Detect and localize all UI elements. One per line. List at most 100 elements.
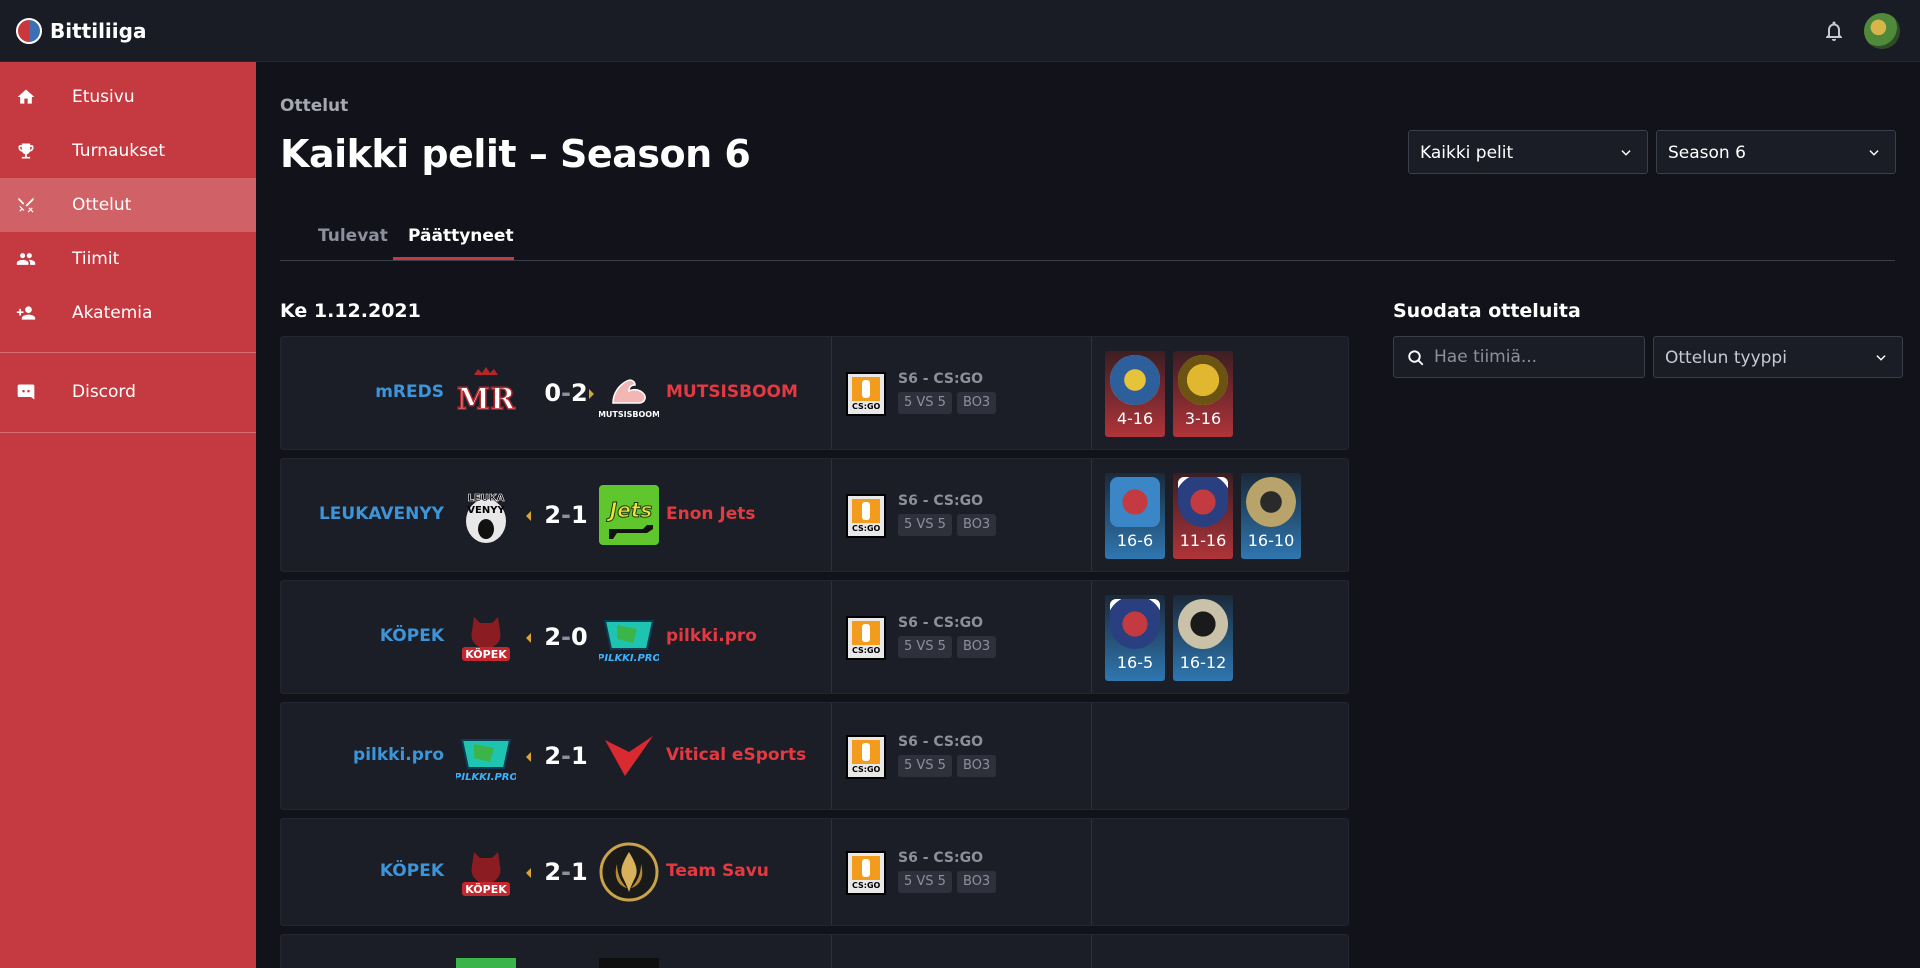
score-a: 0: [544, 379, 562, 407]
league-label: S6 - CS:GO: [898, 615, 983, 631]
sidebar-divider: [0, 352, 256, 353]
team-a-name[interactable]: KÖPEK: [380, 861, 444, 881]
map-result-inferno[interactable]: 16-5: [1105, 595, 1165, 681]
column-divider: [1091, 581, 1092, 693]
series-tag: BO3: [957, 514, 997, 536]
team-savu-logo: [599, 842, 659, 902]
map-score: 16-10: [1247, 531, 1295, 550]
match-row[interactable]: LEUKAVENYY LEUKA VENYY 2-1 Jets Enon Jet…: [280, 458, 1349, 572]
team-kopek-logo: KÖPEK: [456, 842, 516, 902]
score-b: 1: [570, 501, 588, 529]
sidebar-item-discord[interactable]: Discord: [0, 365, 256, 419]
winner-arrow-icon: [589, 389, 594, 399]
bell-icon[interactable]: [1820, 19, 1848, 43]
team-b-name[interactable]: pilkki.pro: [666, 626, 757, 646]
match-row[interactable]: [280, 934, 1349, 968]
sidebar-item-turnaukset[interactable]: Turnaukset: [0, 124, 256, 178]
match-score: 2-0: [531, 623, 601, 651]
score-a: 2: [544, 501, 562, 529]
column-divider: [831, 819, 832, 925]
breadcrumb[interactable]: Ottelut: [280, 96, 348, 116]
sidebar-item-tiimit[interactable]: Tiimit: [0, 232, 256, 286]
column-divider: [1091, 703, 1092, 809]
team-a-name[interactable]: pilkki.pro: [353, 745, 444, 765]
match-row[interactable]: KÖPEK KÖPEK 2-0 PILKKI.PRO pilkki.pro CS…: [280, 580, 1349, 694]
csgo-game-icon: CS:GO: [846, 616, 886, 660]
team-pilkki-pro-logo: PILKKI.PRO: [599, 607, 659, 667]
nuke-map-icon: [1110, 355, 1160, 405]
svg-text:KÖPEK: KÖPEK: [465, 647, 507, 661]
search-input[interactable]: [1434, 337, 1639, 377]
filter-title: Suodata otteluita: [1393, 300, 1581, 322]
csgo-game-icon: CS:GO: [846, 372, 886, 416]
format-tag: 5 VS 5: [898, 514, 952, 536]
chevron-down-icon: [1876, 355, 1886, 361]
season-select[interactable]: Season 6: [1656, 130, 1896, 174]
svg-text:KÖPEK: KÖPEK: [465, 882, 507, 896]
match-score: 2-1: [531, 742, 601, 770]
tabs-divider: [280, 260, 1895, 261]
map-result-vertigo[interactable]: 3-16: [1173, 351, 1233, 437]
chevron-down-icon: [1621, 150, 1631, 156]
map-score: 11-16: [1179, 531, 1227, 550]
score-dash: -: [561, 742, 571, 770]
score-b: 1: [570, 742, 588, 770]
team-a-name[interactable]: KÖPEK: [380, 626, 444, 646]
team-b-name[interactable]: MUTSISBOOM: [666, 382, 798, 402]
map-score: 4-16: [1116, 409, 1154, 428]
svg-text:VENYY: VENYY: [467, 505, 505, 516]
league-label: S6 - CS:GO: [898, 734, 983, 750]
match-row[interactable]: KÖPEK KÖPEK 2-1 Team Savu CS:GO S6 - CS:…: [280, 818, 1349, 926]
column-divider: [831, 581, 832, 693]
match-row[interactable]: mREDS MR 0-2 MUTSISBOOM MUTSISBOOM CS:GO…: [280, 336, 1349, 450]
inferno-map-icon: [1110, 599, 1160, 649]
team-logo: [456, 958, 516, 968]
map-result-mirage[interactable]: 16-6: [1105, 473, 1165, 559]
svg-text:PILKKI.PRO: PILKKI.PRO: [599, 653, 659, 664]
match-score: 2-1: [531, 858, 601, 886]
svg-text:PILKKI.PRO: PILKKI.PRO: [456, 772, 516, 783]
team-a-name[interactable]: mREDS: [375, 382, 444, 402]
team-a-name[interactable]: LEUKAVENYY: [319, 504, 444, 524]
league-label: S6 - CS:GO: [898, 371, 983, 387]
team-b-name[interactable]: Team Savu: [666, 861, 769, 881]
sidebar-item-akatemia[interactable]: Akatemia: [0, 286, 256, 340]
sidebar-item-label: Tiimit: [72, 249, 120, 269]
map-score: 3-16: [1184, 409, 1222, 428]
game-select[interactable]: Kaikki pelit: [1408, 130, 1648, 174]
svg-text:Jets: Jets: [606, 498, 653, 522]
match-type-select[interactable]: Ottelun tyyppi: [1653, 336, 1903, 378]
discord-icon: [17, 384, 35, 400]
svg-text:MR: MR: [457, 382, 516, 417]
match-type-select-value: Ottelun tyyppi: [1665, 348, 1787, 368]
user-avatar[interactable]: [1864, 13, 1900, 49]
map-result-ancient[interactable]: 16-10: [1241, 473, 1301, 559]
map-result-dust2[interactable]: 16-12: [1173, 595, 1233, 681]
sidebar: Etusivu Turnaukset Ottelut Tiimit Akatem…: [0, 62, 256, 968]
brand-link[interactable]: Bittiliiga: [16, 17, 146, 45]
sidebar-item-etusivu[interactable]: Etusivu: [0, 70, 256, 124]
tab-tulevat[interactable]: Tulevat: [318, 226, 388, 246]
score-b: 2: [570, 379, 588, 407]
top-bar: Bittiliiga: [0, 0, 1920, 62]
column-divider: [1091, 819, 1092, 925]
ancient-map-icon: [1246, 477, 1296, 527]
team-b-name[interactable]: Enon Jets: [666, 504, 756, 524]
team-b-name[interactable]: Vitical eSports: [666, 745, 806, 765]
vertigo-map-icon: [1178, 355, 1228, 405]
format-tag: 5 VS 5: [898, 871, 952, 893]
team-enon-jets-logo: Jets: [599, 485, 659, 545]
map-result-nuke[interactable]: 4-16: [1105, 351, 1165, 437]
map-result-inferno[interactable]: 11-16: [1173, 473, 1233, 559]
team-search[interactable]: [1393, 336, 1645, 378]
score-a: 2: [544, 742, 562, 770]
series-tag: BO3: [957, 392, 997, 414]
svg-text:MUTSISBOOM: MUTSISBOOM: [599, 410, 659, 419]
people-icon: [16, 253, 36, 265]
match-row[interactable]: pilkki.pro PILKKI.PRO 2-1 Vitical eSport…: [280, 702, 1349, 810]
tab-paattyneet[interactable]: Päättyneet: [408, 226, 514, 246]
sidebar-item-label: Etusivu: [72, 87, 135, 107]
format-tag: 5 VS 5: [898, 636, 952, 658]
sidebar-divider: [0, 432, 256, 433]
sidebar-item-ottelut[interactable]: Ottelut: [0, 178, 256, 232]
